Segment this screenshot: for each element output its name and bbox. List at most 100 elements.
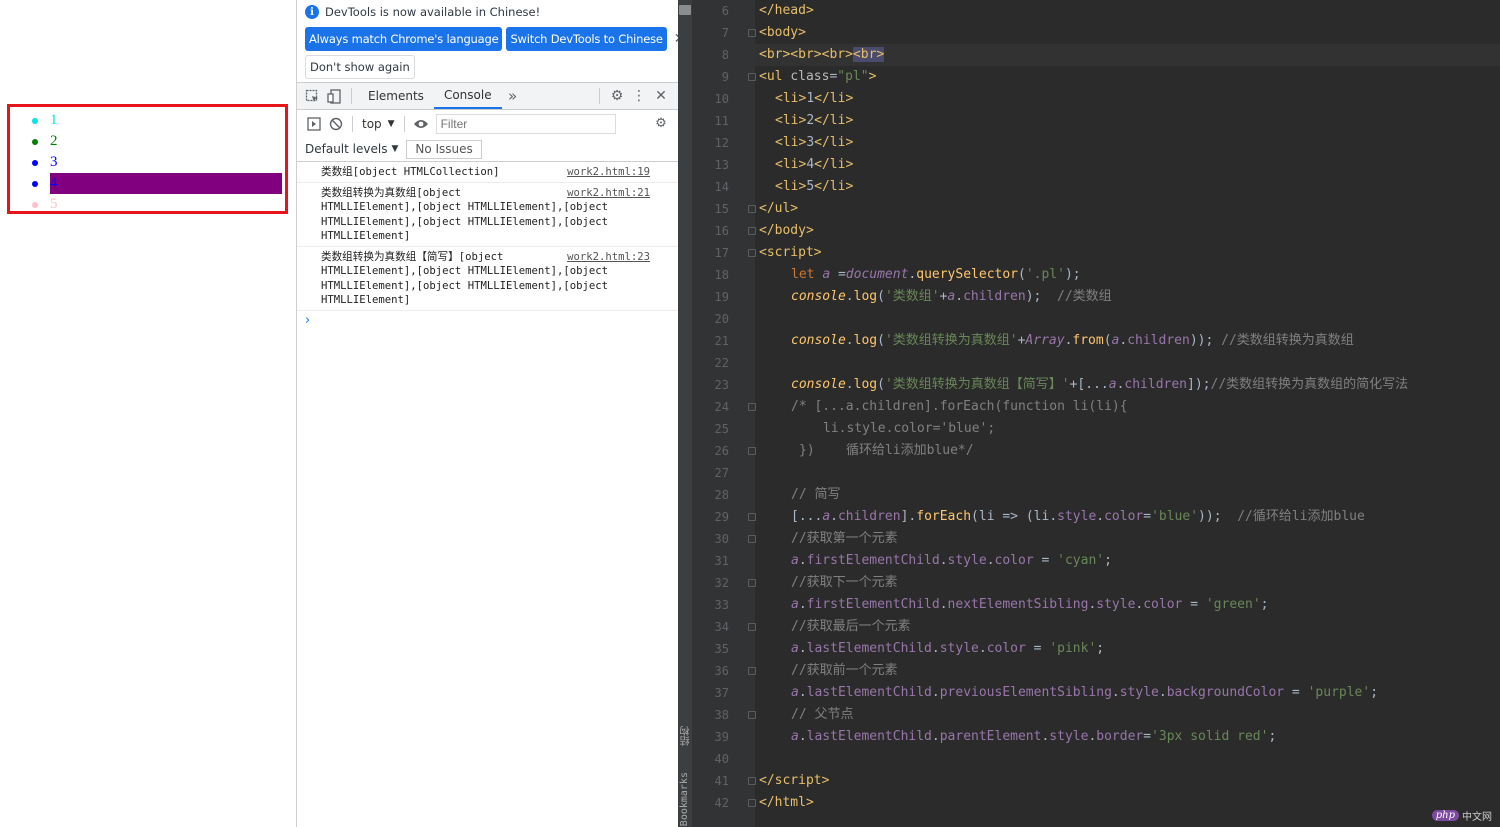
line-number: 33 [714, 598, 729, 612]
code-token: . [939, 597, 948, 612]
code-line: </head> [759, 0, 814, 22]
tab-console[interactable]: Console [433, 83, 502, 109]
line-number-gutter: 6 7 8 9 10 11 12 13 14 15 16 17 18 19 20 21 22 23 24 25 26 27… [693, 0, 756, 827]
code-line: </html> [759, 792, 814, 814]
source-link[interactable]: work2.html:19 [567, 165, 650, 180]
code-token: log [853, 377, 878, 392]
screen: { "preview": { "list_items": [ {"text": … [0, 0, 1500, 827]
no-issues-button[interactable]: No Issues [406, 139, 482, 159]
code-token: children [963, 289, 1026, 304]
code-token: ; [1104, 553, 1112, 568]
console-message-text: 类数组转换为真数组[object HTMLLIElement],[object … [321, 186, 609, 243]
kebab-menu-icon[interactable]: ⋮ [628, 85, 650, 107]
code-token: Array [1025, 333, 1065, 348]
bullet-icon [32, 202, 38, 208]
dont-show-again-button[interactable]: Don't show again [305, 55, 415, 79]
code-token: document [845, 267, 909, 282]
line-number: 40 [714, 752, 729, 766]
code-token: color [1104, 509, 1144, 524]
code-token: </script> [759, 773, 830, 788]
code-token: parentElement [939, 729, 1042, 744]
always-match-language-button[interactable]: Always match Chrome's language [305, 27, 503, 51]
bullet-icon [32, 118, 38, 124]
code-token: //获取前一个元素 [791, 663, 898, 678]
sidebar-toggle-icon[interactable] [303, 113, 325, 135]
code-token: a [822, 509, 831, 524]
context-select-value: top [362, 116, 382, 131]
clear-console-icon[interactable] [325, 113, 347, 135]
line-number: 18 [714, 268, 729, 282]
code-token: forEach [916, 509, 972, 524]
code-token: = [1143, 729, 1152, 744]
list-item: 1 [10, 110, 285, 131]
close-devtools-icon[interactable]: ✕ [650, 85, 672, 107]
console-settings-gear-icon[interactable]: ⚙ [650, 113, 672, 135]
code-token: ( [1018, 267, 1026, 282]
bookmarks-tab[interactable]: Bookmarks [679, 772, 690, 826]
code-area[interactable]: </head> <body> <br><br><br><br> <ul class="… [755, 0, 1500, 827]
code-token: <br> [852, 47, 885, 62]
list-container: 1 2 3 4 5 [7, 104, 288, 214]
code-token: color [1143, 597, 1183, 612]
line-number: 10 [714, 92, 729, 106]
watermark: php 中文网 [1431, 808, 1492, 823]
context-select[interactable]: top ▼ [358, 117, 399, 131]
code-token: </head> [759, 3, 814, 18]
code-token: a [822, 267, 831, 282]
code-token: let [791, 267, 823, 282]
console-message-text: 类数组[object HTMLCollection] [321, 166, 500, 178]
code-token: <ul [759, 69, 791, 84]
code-token: )); [1198, 509, 1238, 524]
console-message: 类数组转换为真数组[object HTMLLIElement],[object … [297, 183, 678, 247]
device-toolbar-icon[interactable] [323, 85, 345, 107]
list-item-text: 5 [50, 196, 58, 212]
switch-to-chinese-button[interactable]: Switch DevTools to Chinese [506, 27, 667, 51]
info-text: DevTools is now available in Chinese! [325, 5, 541, 19]
code-token: . [845, 377, 854, 392]
inspect-element-icon[interactable] [301, 85, 323, 107]
code-token: = [1143, 509, 1152, 524]
code-line: <li>2</li> [775, 110, 853, 132]
code-token: <br><br><br> [759, 47, 853, 62]
code-line: </body> [759, 220, 814, 242]
structure-tab[interactable]: 结构 [679, 726, 694, 746]
code-token: //循环给li添加blue [1237, 509, 1365, 524]
line-number: 20 [714, 312, 729, 326]
php-logo: php [1431, 810, 1459, 821]
code-token: color [986, 641, 1026, 656]
code-token: // 简写 [791, 487, 841, 502]
list-item: 5 [10, 194, 285, 215]
eye-icon[interactable] [410, 113, 432, 135]
code-token: 'green' [1205, 597, 1261, 612]
code-token: '类数组转换为真数组' [884, 333, 1018, 348]
code-line: [...a.children].forEach(li => (li.style.… [791, 506, 1365, 528]
code-token: 3 [806, 135, 815, 150]
more-tabs-icon[interactable]: » [502, 85, 524, 107]
list-item: 3 [10, 152, 285, 173]
code-token: a [1108, 377, 1117, 392]
console-prompt[interactable]: › [297, 311, 678, 330]
folder-icon[interactable] [679, 5, 691, 15]
filter-input[interactable] [435, 113, 616, 134]
line-number: 26 [714, 444, 729, 458]
code-token: . [939, 553, 948, 568]
source-link[interactable]: work2.html:23 [567, 250, 650, 265]
line-number: 38 [714, 708, 729, 722]
divider [351, 88, 352, 104]
source-link[interactable]: work2.html:21 [567, 186, 650, 201]
line-number: 7 [721, 26, 729, 40]
settings-gear-icon[interactable]: ⚙ [606, 85, 628, 107]
line-number: 34 [714, 620, 729, 634]
code-line: <li>4</li> [775, 154, 853, 176]
list-item-text: 4 [50, 173, 282, 194]
code-token: = [830, 267, 846, 282]
code-token: = [1284, 685, 1308, 700]
list-item: 4 [10, 173, 285, 194]
code-token: log [853, 289, 878, 304]
console-message: 类数组转换为真数组【简写】[object HTMLLIElement],[obj… [297, 247, 678, 311]
default-levels-select[interactable]: Default levels ▼ [305, 142, 398, 156]
code-token: 'pink' [1049, 641, 1097, 656]
tab-elements[interactable]: Elements [358, 83, 434, 109]
code-token: log [853, 333, 878, 348]
code-token: previousElementSibling [939, 685, 1112, 700]
